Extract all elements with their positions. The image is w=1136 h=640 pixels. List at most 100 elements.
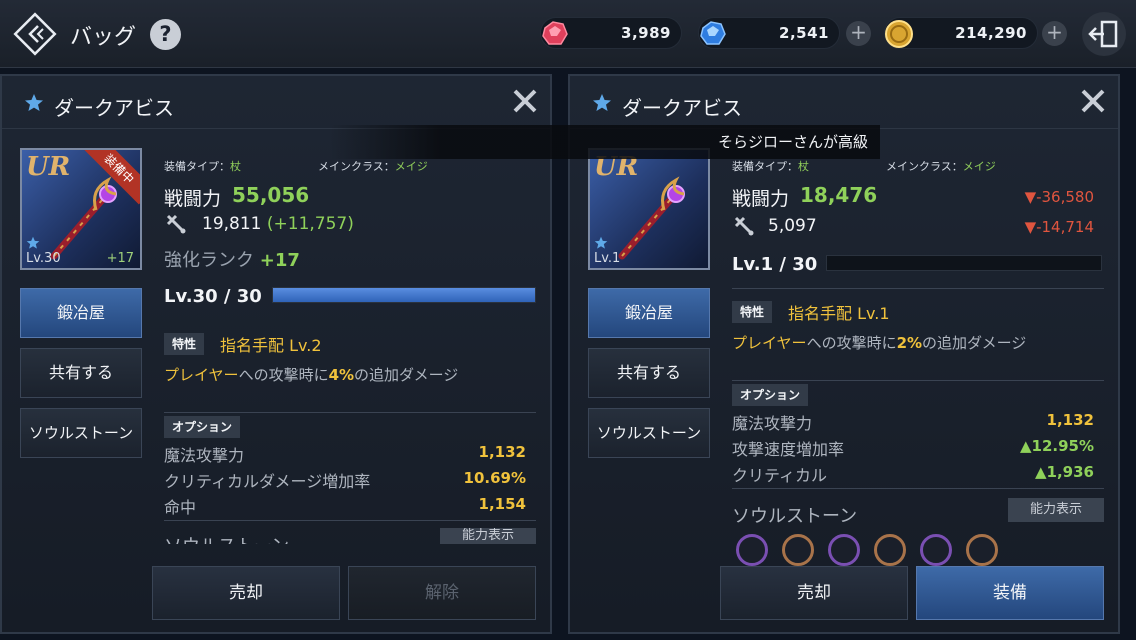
sapphire-counter: 2,541 (698, 17, 840, 49)
equip-button[interactable]: 装備 (916, 566, 1104, 620)
main-class-label: メインクラス： (318, 160, 395, 173)
trait-target: プレイヤー (732, 334, 807, 352)
level-text: Lv.1 / 30 (732, 254, 818, 275)
attack-icon (166, 214, 186, 234)
attack-stat: 19,811 (+11,757) (202, 214, 354, 234)
option-value: ▲1,936 (1035, 463, 1094, 481)
item-level: Lv.1 (594, 251, 621, 266)
item-card: UR Lv.1 (588, 148, 710, 270)
help-button[interactable]: ? (150, 19, 181, 50)
add-sapphire-button[interactable]: + (846, 21, 871, 46)
grade-star-icon (26, 236, 40, 249)
equip-type: 装備タイプ：杖 (732, 158, 809, 174)
combat-power-value: 18,476 (800, 183, 878, 207)
unequip-button[interactable]: 解除 (348, 566, 536, 620)
ability-view-button[interactable]: 能力表示 (1008, 498, 1104, 522)
page-title: バッグ (70, 25, 137, 50)
level-progress-bar (272, 287, 536, 303)
trait-target: プレイヤー (164, 366, 239, 384)
option-label: クリティカルダメージ増加率 (164, 472, 371, 491)
exit-door-icon (1088, 20, 1118, 48)
share-button[interactable]: 共有する (588, 348, 710, 398)
sapphire-value: 2,541 (779, 24, 829, 42)
add-gold-button[interactable]: + (1042, 21, 1067, 46)
option-value: 1,154 (478, 495, 526, 513)
main-class-value: メイジ (962, 160, 996, 173)
options-tag: オプション (732, 384, 809, 406)
trait-mid: への攻撃時に (806, 334, 897, 352)
option-label: 魔法攻撃力 (164, 446, 245, 465)
separator (732, 288, 1104, 289)
trait-name: 指名手配 Lv.2 (220, 336, 322, 355)
exit-button[interactable] (1082, 12, 1126, 56)
option-value: ▲12.95% (1019, 437, 1094, 455)
attack-icon (734, 216, 754, 236)
soulstone-slot[interactable] (920, 534, 952, 566)
attack-diff: ▼-14,714 (1024, 218, 1094, 236)
rank-value: +17 (259, 250, 300, 271)
soulstone-button[interactable]: ソウルストーン (588, 408, 710, 458)
trait-description: プレイヤーへの攻撃時に4%の追加ダメージ (164, 364, 458, 385)
options-tag: オプション (164, 416, 241, 438)
main-class: メインクラス：メイジ (886, 158, 996, 174)
separator (164, 520, 536, 521)
option-label: 命中 (164, 498, 197, 517)
option-label: 魔法攻撃力 (732, 414, 813, 433)
trait-description: プレイヤーへの攻撃時に2%の追加ダメージ (732, 332, 1026, 353)
enhance-rank: 強化ランク +17 (164, 246, 300, 272)
top-bar: バッグ ? 3,989 2,541 + 214,290 + (0, 0, 1136, 68)
favorite-star-icon[interactable] (592, 93, 612, 113)
trait-tail: の追加ダメージ (922, 334, 1027, 352)
equip-type-label: 装備タイプ： (732, 160, 798, 173)
option-value: 1,132 (478, 443, 526, 461)
item-enhance: +17 (106, 251, 134, 266)
blacksmith-button[interactable]: 鍛冶屋 (20, 288, 142, 338)
attack-value: 5,097 (768, 216, 817, 236)
gold-value: 214,290 (955, 24, 1027, 42)
level-progress-fill (273, 288, 535, 302)
ability-view-button[interactable]: 能力表示 (440, 528, 536, 544)
soulstone-heading: ソウルストーン (164, 532, 289, 544)
item-card: UR Lv.30 +17 装備中 (20, 148, 142, 270)
soulstone-slot[interactable] (966, 534, 998, 566)
equip-type: 装備タイプ：杖 (164, 158, 241, 174)
combat-power-label: 戦闘力 (732, 188, 790, 210)
back-diamond-icon (13, 12, 57, 56)
trait-tag: 特性 (164, 333, 205, 355)
soulstone-slot[interactable] (828, 534, 860, 566)
favorite-star-icon[interactable] (24, 93, 44, 113)
trait-name: 指名手配 Lv.1 (788, 304, 890, 323)
option-label: クリティカル (732, 466, 828, 485)
sell-button[interactable]: 売却 (152, 566, 340, 620)
equip-type-label: 装備タイプ： (164, 160, 230, 173)
soulstone-heading: ソウルストーン (732, 506, 858, 527)
close-icon[interactable] (1078, 86, 1108, 116)
soulstone-slot[interactable] (736, 534, 768, 566)
ruby-counter: 3,989 (540, 17, 682, 49)
separator (732, 380, 1104, 381)
sell-button[interactable]: 売却 (720, 566, 908, 620)
close-icon[interactable] (510, 86, 540, 116)
item-title: ダークアビス (54, 96, 174, 120)
option-label: 攻撃速度増加率 (732, 440, 845, 459)
trait-percent: 4% (328, 366, 355, 384)
attack-bonus: (+11,757) (266, 214, 354, 234)
item-level: Lv.30 (26, 251, 61, 266)
share-button[interactable]: 共有する (20, 348, 142, 398)
grade-star-icon (594, 236, 608, 249)
sapphire-icon (700, 21, 726, 45)
trait-tail: の追加ダメージ (354, 366, 459, 384)
equip-type-value: 杖 (230, 160, 241, 173)
trait-tag: 特性 (732, 301, 773, 323)
rank-label: 強化ランク (164, 250, 254, 271)
main-class: メインクラス：メイジ (318, 158, 428, 174)
soulstone-slot[interactable] (874, 534, 906, 566)
combat-power-diff: ▼-36,580 (1024, 188, 1094, 206)
back-button[interactable] (12, 11, 58, 57)
soulstone-slot[interactable] (782, 534, 814, 566)
option-value: 1,132 (1046, 411, 1094, 429)
blacksmith-button[interactable]: 鍛冶屋 (588, 288, 710, 338)
combat-power-label: 戦闘力 (164, 188, 222, 210)
soulstone-button[interactable]: ソウルストーン (20, 408, 142, 458)
option-value: 10.69% (463, 469, 526, 487)
